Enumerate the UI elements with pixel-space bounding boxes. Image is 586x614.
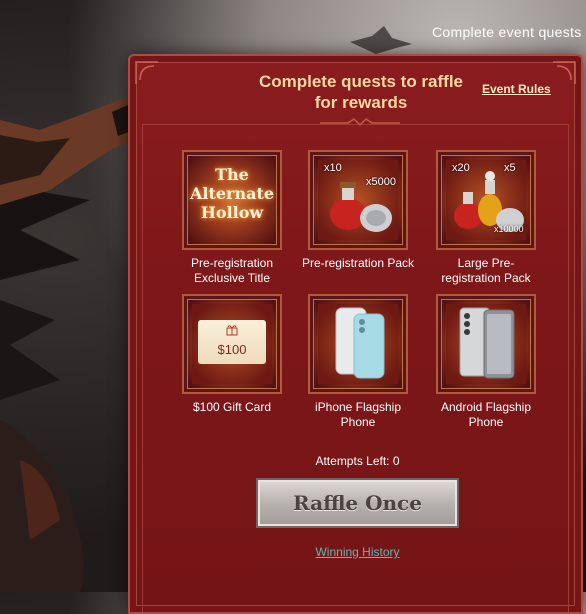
corner-ornament-icon: [553, 61, 576, 84]
reward-label: $100 Gift Card: [192, 400, 272, 414]
event-rules-link[interactable]: Event Rules: [482, 82, 551, 96]
divider-ornament-icon: [320, 118, 400, 127]
item-count: x5: [504, 162, 516, 174]
gift-card-image: $100: [198, 320, 266, 364]
item-count: x10: [324, 162, 342, 174]
gift-icon: [226, 325, 238, 336]
reward-label: Android Flagship Phone: [440, 400, 532, 429]
smartphone-icon: [335, 307, 385, 379]
reward-tile-iphone: [308, 294, 408, 394]
reward-label: Pre-registration Exclusive Title: [190, 256, 274, 285]
winning-history-link[interactable]: Winning History: [130, 545, 585, 559]
reward-tile-android: [436, 294, 536, 394]
item-count: x5000: [366, 176, 396, 188]
corner-ornament-icon: [135, 61, 158, 84]
reward-tile-large-preregistration-pack: x20 x5 x10000: [436, 150, 536, 250]
reward-label: Pre-registration Pack: [301, 256, 415, 270]
panel-title: Complete quests to raffle for rewards: [258, 72, 464, 112]
reward-tile-gift-card: $100: [182, 294, 282, 394]
raffle-panel: Complete quests to raffle for rewards Ev…: [128, 54, 583, 614]
reward-tile-preregistration-pack: x10 x5000: [308, 150, 408, 250]
reward-label: Large Pre- registration Pack: [441, 256, 531, 285]
smartphone-icon: [459, 307, 515, 379]
attempts-left-text: Attempts Left: 0: [315, 454, 400, 468]
reward-label: iPhone Flagship Phone: [314, 400, 402, 429]
potion-and-coins-icon: [330, 182, 392, 232]
event-banner-text: Complete event quests: [432, 24, 582, 40]
title-art-text: The Alternate Hollow: [189, 165, 275, 222]
item-count: x20: [452, 162, 470, 174]
item-count: x10000: [494, 224, 524, 234]
raffle-once-button[interactable]: Raffle Once: [256, 478, 459, 528]
reward-tile-exclusive-title: The Alternate Hollow: [182, 150, 282, 250]
